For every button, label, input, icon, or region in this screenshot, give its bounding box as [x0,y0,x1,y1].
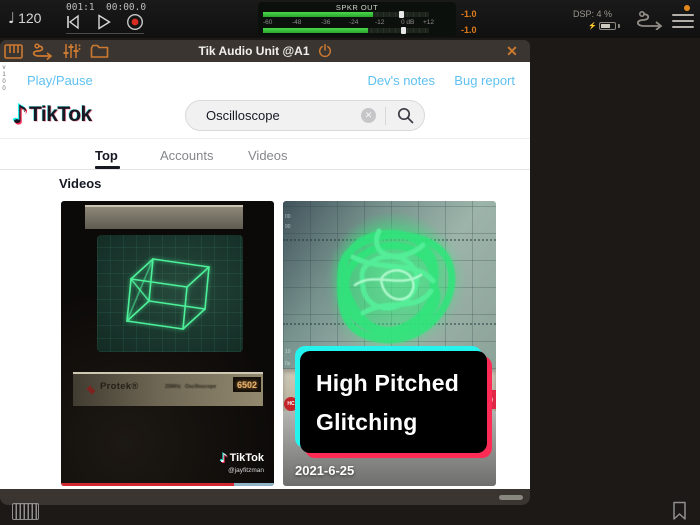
play-button[interactable] [96,13,112,31]
oscilloscope-screen: 00 90 10 0s [283,201,496,369]
search-result-tabs: Top Accounts Videos [0,148,530,170]
oscilloscope-screen [97,235,243,352]
tempo-display[interactable]: ♩ 120 [8,9,41,27]
rewind-button[interactable] [64,13,82,31]
transport-toolbar: ♩ 120 001:1 00:00.0 SPKR OUT -60 -48 -36 … [0,0,700,38]
tick-label: +12 [423,19,435,26]
plugin-window-header[interactable]: Tik Audio Unit @A1 ✕ [0,40,530,62]
cube-waveform [126,258,210,330]
scribble-sphere-waveform [329,213,457,344]
scope-spec-label: 20MHz [165,384,181,390]
search-value: Oscilloscope [206,108,280,123]
caption-text: High Pitched Glitching [300,351,487,453]
time-position-display: 001:1 00:00.0 [66,2,147,13]
fader-handle-left[interactable] [399,11,404,18]
caption-line: Glitching [316,409,418,435]
scope-brand-label: Protek® [100,381,139,392]
videos-section-heading: Videos [59,176,102,191]
tick-label: -36 [321,19,331,26]
search-button[interactable] [386,107,424,124]
tempo-value: 120 [18,10,42,26]
divider [0,169,530,170]
tick-label: -60 [263,19,273,26]
video-date: 2021-6-25 [295,463,355,478]
meter-scale: -60 -48 -36 -24 -12 0 dB +12 [263,19,435,27]
record-button[interactable] [126,13,144,31]
oscilloscope-top [85,205,243,229]
tab-videos[interactable]: Videos [248,148,288,163]
video-thumbnail-glitch[interactable]: 00 90 10 0s HC High Pitched Glitching 20… [283,201,496,486]
dsp-load-label: DSP: 4 % [573,9,613,19]
battery-icon: ⚡ [588,22,620,30]
brand-logo-icon [86,385,96,395]
peak-readout-right: -1.0 [461,25,477,35]
plugin-window: Tik Audio Unit @A1 ✕ v100 Play/Pause Dev… [0,40,530,505]
tick-label: -12 [375,19,385,26]
search-icon [397,107,413,124]
tiktok-wordmark: TikTok [28,102,92,126]
quarter-note-icon: ♩ [8,9,16,27]
scope-spec-label: Oscilloscope [185,384,217,390]
plugin-title: Tik Audio Unit @A1 [198,44,310,58]
search-input[interactable]: Oscilloscope ✕ [185,100,425,131]
tick-label: -48 [292,19,302,26]
transport-underline [66,33,144,34]
tiktok-logo: ♪ TikTok [12,102,92,127]
peak-readout-left: -1.0 [461,9,477,19]
play-pause-link[interactable]: Play/Pause [27,73,93,88]
menu-button[interactable] [672,14,694,32]
tick-label: 0 dB [401,19,415,26]
tab-top[interactable]: Top [95,148,118,163]
power-button[interactable] [318,44,332,58]
keyboard-toggle-button[interactable] [12,503,39,520]
devs-notes-link[interactable]: Dev's notes [367,73,435,88]
plugin-version-label: v100 [1,65,7,93]
bookmark-icon[interactable] [672,501,687,521]
output-meter[interactable]: SPKR OUT -60 -48 -36 -24 -12 0 dB +12 [258,2,456,36]
tiktok-note-icon: ♪ [219,451,228,465]
notification-dot [684,5,690,11]
meter-label: SPKR OUT [335,3,379,12]
close-button[interactable]: ✕ [502,41,522,61]
tiktok-watermark: ♪ TikTok @jayfitzman [220,451,264,474]
tick-label: -24 [349,19,359,26]
video-progress-bar[interactable] [61,483,274,486]
fader-handle-right[interactable] [401,27,406,34]
plugin-window-footer[interactable] [0,489,530,505]
caption-line: High Pitched [316,370,459,396]
charging-bolt-icon: ⚡ [588,23,597,30]
bug-report-link[interactable]: Bug report [454,73,515,88]
watermark-brand: TikTok [229,452,264,464]
routing-icon[interactable] [636,10,666,30]
caption-card: High Pitched Glitching [295,346,492,458]
scope-model-display: 6502 [233,377,261,392]
tiktok-note-icon: ♪ [12,100,28,129]
divider [0,138,530,139]
plugin-content: v100 Play/Pause Dev's notes Bug report ♪… [0,62,530,489]
watermark-handle: @jayfitzman [228,467,264,474]
meter-bar-left [263,12,429,17]
tab-accounts[interactable]: Accounts [160,148,213,163]
video-thumbnail-cube[interactable]: Protek® 20MHz Oscilloscope 6502 ♪ TikTok… [61,201,274,486]
resize-scroll-handle[interactable] [499,495,523,500]
clear-search-button[interactable]: ✕ [361,108,376,123]
oscilloscope-front-panel: Protek® 20MHz Oscilloscope 6502 [73,372,263,406]
